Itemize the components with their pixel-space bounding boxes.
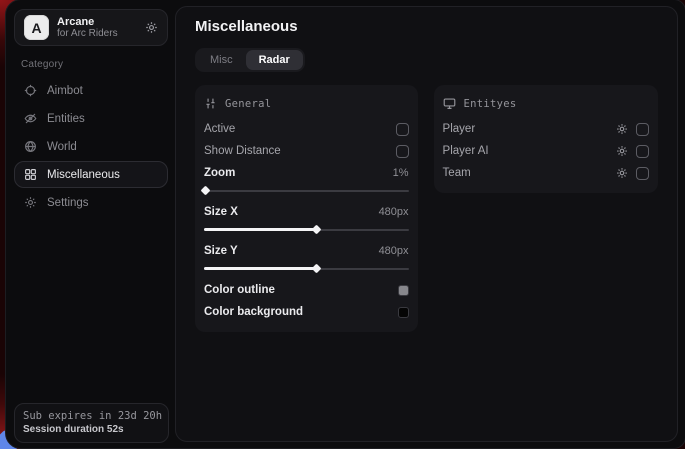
tab-radar[interactable]: Radar xyxy=(246,50,303,70)
grid-icon xyxy=(24,168,37,181)
row-label: Color outline xyxy=(204,284,275,296)
color-outline-swatch[interactable] xyxy=(398,285,409,296)
row-player: Player xyxy=(443,118,649,140)
zoom-slider[interactable] xyxy=(204,185,409,196)
app-text: Arcane for Arc Riders xyxy=(57,16,137,40)
slider-fill xyxy=(204,228,317,231)
sidebar-item-miscellaneous[interactable]: Miscellaneous xyxy=(14,161,168,188)
cards-row: General Active Show Distance Zoom 1% xyxy=(195,85,658,332)
size-y-slider[interactable] xyxy=(204,263,409,274)
monitor-icon xyxy=(443,97,456,110)
show-distance-checkbox[interactable] xyxy=(396,145,409,158)
app-logo-letter: A xyxy=(31,20,41,36)
gear-icon xyxy=(24,196,37,209)
general-panel: General Active Show Distance Zoom 1% xyxy=(195,85,418,332)
active-checkbox[interactable] xyxy=(396,123,409,136)
slider-thumb[interactable] xyxy=(311,264,321,274)
sidebar-item-label: Settings xyxy=(47,197,89,209)
sub-expires-text: Sub expires in 23d 20h xyxy=(23,410,160,422)
main-panel: Miscellaneous Misc Radar General xyxy=(175,6,678,442)
sidebar-item-label: Aimbot xyxy=(47,85,83,97)
zoom-value: 1% xyxy=(393,167,409,179)
row-label: Player AI xyxy=(443,145,489,157)
sidebar: A Arcane for Arc Riders Category xyxy=(6,0,172,448)
sidebar-item-world[interactable]: World xyxy=(14,133,168,160)
slider-fill xyxy=(204,267,317,270)
sidebar-item-settings[interactable]: Settings xyxy=(14,189,168,216)
entities-panel-header: Entityes xyxy=(443,94,649,118)
row-zoom: Zoom 1% xyxy=(204,162,409,184)
player-checkbox[interactable] xyxy=(636,123,649,136)
row-color-outline: Color outline xyxy=(204,279,409,301)
app-logo: A xyxy=(24,15,49,40)
entities-panel-title: Entityes xyxy=(464,98,517,110)
row-label: Size Y xyxy=(204,245,238,257)
crosshair-icon xyxy=(24,84,37,97)
sidebar-item-label: Entities xyxy=(47,113,85,125)
color-background-swatch[interactable] xyxy=(398,307,409,318)
gear-icon[interactable] xyxy=(145,21,158,34)
row-label: Show Distance xyxy=(204,145,281,157)
gear-icon[interactable] xyxy=(616,145,628,157)
row-label: Active xyxy=(204,123,235,135)
row-label: Zoom xyxy=(204,167,235,179)
team-checkbox[interactable] xyxy=(636,167,649,180)
sidebar-item-entities[interactable]: Entities xyxy=(14,105,168,132)
row-show-distance: Show Distance xyxy=(204,140,409,162)
size-x-slider[interactable] xyxy=(204,224,409,235)
app-subtitle: for Arc Riders xyxy=(57,28,137,40)
player-ai-checkbox[interactable] xyxy=(636,145,649,158)
general-panel-title: General xyxy=(225,98,271,110)
category-label: Category xyxy=(21,59,168,70)
app-window: A Arcane for Arc Riders Category xyxy=(5,0,685,449)
row-player-ai: Player AI xyxy=(443,140,649,162)
screen: A Arcane for Arc Riders Category xyxy=(0,0,685,449)
sidebar-item-aimbot[interactable]: Aimbot xyxy=(14,77,168,104)
slider-track xyxy=(204,190,409,192)
slider-thumb[interactable] xyxy=(311,225,321,235)
row-controls xyxy=(616,123,649,136)
row-active: Active xyxy=(204,118,409,140)
sidebar-item-label: Miscellaneous xyxy=(47,169,120,181)
row-label: Team xyxy=(443,167,471,179)
row-size-y: Size Y 480px xyxy=(204,240,409,262)
row-controls xyxy=(616,145,649,158)
subscription-info-box: Sub expires in 23d 20h Session duration … xyxy=(14,403,169,443)
row-color-background: Color background xyxy=(204,301,409,323)
size-x-value: 480px xyxy=(379,206,409,218)
row-label: Size X xyxy=(204,206,238,218)
entities-panel: Entityes Player xyxy=(434,85,658,193)
session-duration-text: Session duration 52s xyxy=(23,424,160,435)
row-controls xyxy=(616,167,649,180)
tab-bar: Misc Radar xyxy=(195,48,305,72)
app-name: Arcane xyxy=(57,16,137,28)
app-card: A Arcane for Arc Riders xyxy=(14,9,168,46)
entities-icon xyxy=(24,112,37,125)
row-team: Team xyxy=(443,162,649,184)
sliders-icon xyxy=(204,97,217,110)
slider-thumb[interactable] xyxy=(201,186,211,196)
sidebar-nav: Aimbot Entities xyxy=(14,77,168,217)
size-y-value: 480px xyxy=(379,245,409,257)
row-size-x: Size X 480px xyxy=(204,201,409,223)
row-label: Player xyxy=(443,123,476,135)
tab-misc[interactable]: Misc xyxy=(197,50,246,70)
sidebar-item-label: World xyxy=(47,141,77,153)
general-panel-header: General xyxy=(204,94,409,118)
gear-icon[interactable] xyxy=(616,167,628,179)
row-label: Color background xyxy=(204,306,303,318)
gear-icon[interactable] xyxy=(616,123,628,135)
page-title: Miscellaneous xyxy=(195,18,658,35)
globe-icon xyxy=(24,140,37,153)
